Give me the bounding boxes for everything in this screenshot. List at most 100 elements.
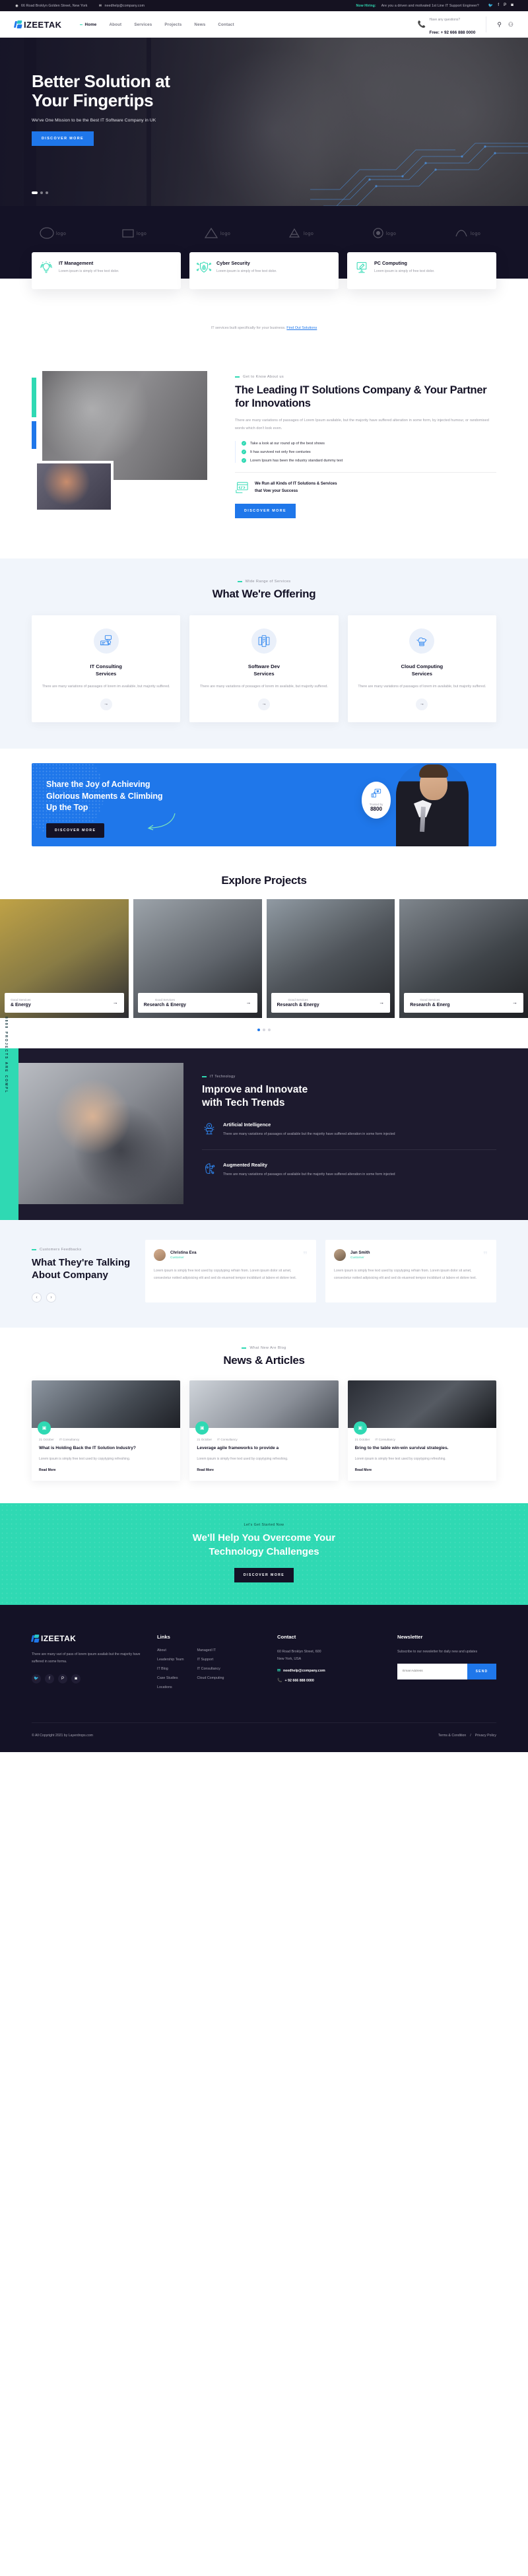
izeetak-logo-icon <box>30 1635 40 1643</box>
news-card[interactable]: ▣ 21 October IT Consultancy Leverage agi… <box>189 1380 339 1481</box>
footer-link-about[interactable]: About <box>157 1648 184 1652</box>
instagram-icon[interactable]: ◙ <box>71 1674 81 1683</box>
project-card[interactable]: Good Services & Energy → <box>0 898 129 1018</box>
footer-privacy-link[interactable]: Privacy Policy <box>475 1734 496 1738</box>
project-card[interactable]: Good Services Research & Energy → <box>266 898 395 1018</box>
software-dev-icon <box>258 635 270 647</box>
news-read-more-link[interactable]: Read More <box>197 1468 331 1472</box>
service-card-it-consulting[interactable]: IT Consulting Services There are many va… <box>32 615 181 722</box>
feature-note: IT services built specifically for your … <box>0 326 528 349</box>
feature-card-it-management[interactable]: IT Management Lorem ipsum is simply of f… <box>32 252 181 289</box>
news-title[interactable]: Bring to the table win-win survival stra… <box>355 1445 489 1452</box>
footer-logo[interactable]: IZEETAK <box>30 1634 144 1643</box>
footer-link-cloud-computing[interactable]: Cloud Computing <box>197 1676 224 1680</box>
instagram-icon[interactable]: ◙ <box>511 3 513 8</box>
footer-terms-link[interactable]: Terms & Condition <box>438 1734 466 1738</box>
twitter-icon[interactable]: 🐦 <box>32 1674 41 1683</box>
service-arrow-button[interactable]: → <box>100 698 112 710</box>
hero-subtitle: We've One Mission to be the Best IT Soft… <box>32 118 156 123</box>
feature-card-title: Cyber Security <box>216 260 250 266</box>
topbar-socials: 🐦 f P ◙ <box>488 3 513 8</box>
code-monitor-icon <box>236 482 248 493</box>
header-phone[interactable]: 📞 Have any questions? Free: + 92 666 888… <box>417 11 476 38</box>
hero-dot-2[interactable] <box>40 191 43 194</box>
hero-dot-3[interactable] <box>46 191 48 194</box>
news-read-more-link[interactable]: Read More <box>39 1468 173 1472</box>
nav-item-projects[interactable]: Projects <box>164 22 182 27</box>
footer-columns: IZEETAK There are many vari of pass of l… <box>30 1634 496 1695</box>
news-card[interactable]: ▣ 21 October IT Consultancy What is Hold… <box>32 1380 181 1481</box>
news-desc: Lorem ipsum is simply free text used by … <box>197 1457 288 1462</box>
project-caption: Good Services Research & Energy → <box>271 992 391 1013</box>
project-arrow-icon[interactable]: → <box>379 1000 384 1005</box>
cta-discover-more-button[interactable]: DISCOVER MORE <box>46 823 105 838</box>
hero-dot-1[interactable] <box>32 191 38 194</box>
green-cta-discover-more-button[interactable]: DISCOVER MORE <box>234 1568 294 1583</box>
nav-item-home[interactable]: Home <box>80 22 96 27</box>
footer-link-it-support[interactable]: IT Support <box>197 1658 224 1662</box>
feature-note-text: IT services built specifically for your … <box>211 326 286 330</box>
nav-item-services[interactable]: Services <box>134 22 152 27</box>
project-card[interactable]: Good Services Research & Energ → <box>399 898 528 1018</box>
about-run-line-1: We Run all Kinds of IT Solutions & Servi… <box>255 482 337 487</box>
user-account-icon[interactable]: ⚇ <box>508 21 513 28</box>
footer-link-locations[interactable]: Locations <box>157 1685 184 1689</box>
footer-link-case-studies[interactable]: Case Studies <box>157 1676 184 1680</box>
site-logo[interactable]: IZEETAK <box>13 20 61 30</box>
footer-link-it-blog[interactable]: IT Blog <box>157 1667 184 1671</box>
project-arrow-icon[interactable]: → <box>512 1000 517 1005</box>
news-read-more-link[interactable]: Read More <box>355 1468 489 1472</box>
project-dot-2[interactable] <box>263 1028 265 1031</box>
service-arrow-button[interactable]: → <box>416 698 428 710</box>
footer-contact-email[interactable]: ✉ needhelp@company.com <box>277 1668 384 1674</box>
testimonials-left: Customers Feedbacks What They're Talking… <box>32 1240 131 1303</box>
pinterest-icon[interactable]: P <box>58 1674 67 1683</box>
project-dot-1[interactable] <box>257 1028 260 1031</box>
testimonials-next-button[interactable]: › <box>46 1292 56 1303</box>
testimonials-prev-button[interactable]: ‹ <box>32 1292 42 1303</box>
service-arrow-button[interactable]: → <box>257 698 270 710</box>
service-card-cloud-computing[interactable]: Cloud Computing Services There are many … <box>347 615 496 722</box>
footer-link-it-consultancy[interactable]: IT Consultancy <box>197 1667 224 1671</box>
search-icon[interactable]: ⚲ <box>497 21 502 28</box>
nav-item-contact[interactable]: Contact <box>218 22 234 27</box>
about-text: Get to Know About us The Leading IT Solu… <box>235 371 496 529</box>
pinterest-icon[interactable]: P <box>504 3 506 8</box>
project-dot-3[interactable] <box>268 1028 271 1031</box>
testimonial-header: Christina Eva Customer ❞ <box>154 1248 308 1261</box>
footer-contact-phone[interactable]: 📞 + 92 666 888 0000 <box>277 1678 384 1683</box>
project-arrow-icon[interactable]: → <box>113 1000 118 1005</box>
news-title[interactable]: Leverage agile frameworks to provide a <box>197 1445 331 1452</box>
feature-cards-section: IT Management Lorem ipsum is simply of f… <box>0 252 528 349</box>
facebook-icon[interactable]: f <box>45 1674 54 1683</box>
hiring-text[interactable]: Are you a driven and motivated 1st Line … <box>381 4 479 8</box>
facebook-icon[interactable]: f <box>498 3 499 8</box>
footer-link-leadership-team[interactable]: Leadership Team <box>157 1658 184 1662</box>
twitter-icon[interactable]: 🐦 <box>488 3 494 8</box>
news-card[interactable]: ▣ 21 October IT Consultancy Bring to the… <box>347 1380 496 1481</box>
footer-link-managed-it[interactable]: Managed IT <box>197 1648 224 1652</box>
service-card-software-dev[interactable]: Software Dev Services There are many var… <box>189 615 339 722</box>
hero-slider-dots[interactable] <box>32 191 48 194</box>
news-title[interactable]: What is Holding Back the IT Solution Ind… <box>39 1445 173 1452</box>
hero-discover-more-button[interactable]: DISCOVER MORE <box>32 131 94 146</box>
feature-card-cyber-security[interactable]: Cyber Security Lorem ipsum is simply of … <box>189 252 339 289</box>
feature-card-pc-computing[interactable]: PC Computing Lorem ipsum is simply of fr… <box>347 252 496 289</box>
news-desc: Lorem ipsum is simply free text used by … <box>39 1457 131 1462</box>
project-card[interactable]: Good Services Research & Energy → <box>133 898 262 1018</box>
feature-note-link[interactable]: Find Out Solutions <box>286 326 317 330</box>
nav-item-about[interactable]: About <box>109 22 121 27</box>
newsletter-send-button[interactable]: SEND <box>467 1663 496 1679</box>
envelope-icon: ✉ <box>277 1669 281 1674</box>
about-discover-more-button[interactable]: DISCOVER MORE <box>235 504 296 519</box>
footer-phone-text: + 92 666 888 0000 <box>284 1678 314 1683</box>
topbar-email[interactable]: ✉ needhelp@company.com <box>98 3 145 8</box>
svg-text:logo: logo <box>220 232 230 236</box>
check-circle-icon: ✓ <box>242 450 246 455</box>
circuit-decoration-icon <box>310 143 528 206</box>
projects-slider-dots[interactable] <box>0 1028 528 1031</box>
site-header: IZEETAK Home About Services Projects New… <box>0 11 528 38</box>
project-arrow-icon[interactable]: → <box>246 1000 251 1005</box>
newsletter-email-input[interactable] <box>397 1663 467 1679</box>
nav-item-news[interactable]: News <box>194 22 205 27</box>
